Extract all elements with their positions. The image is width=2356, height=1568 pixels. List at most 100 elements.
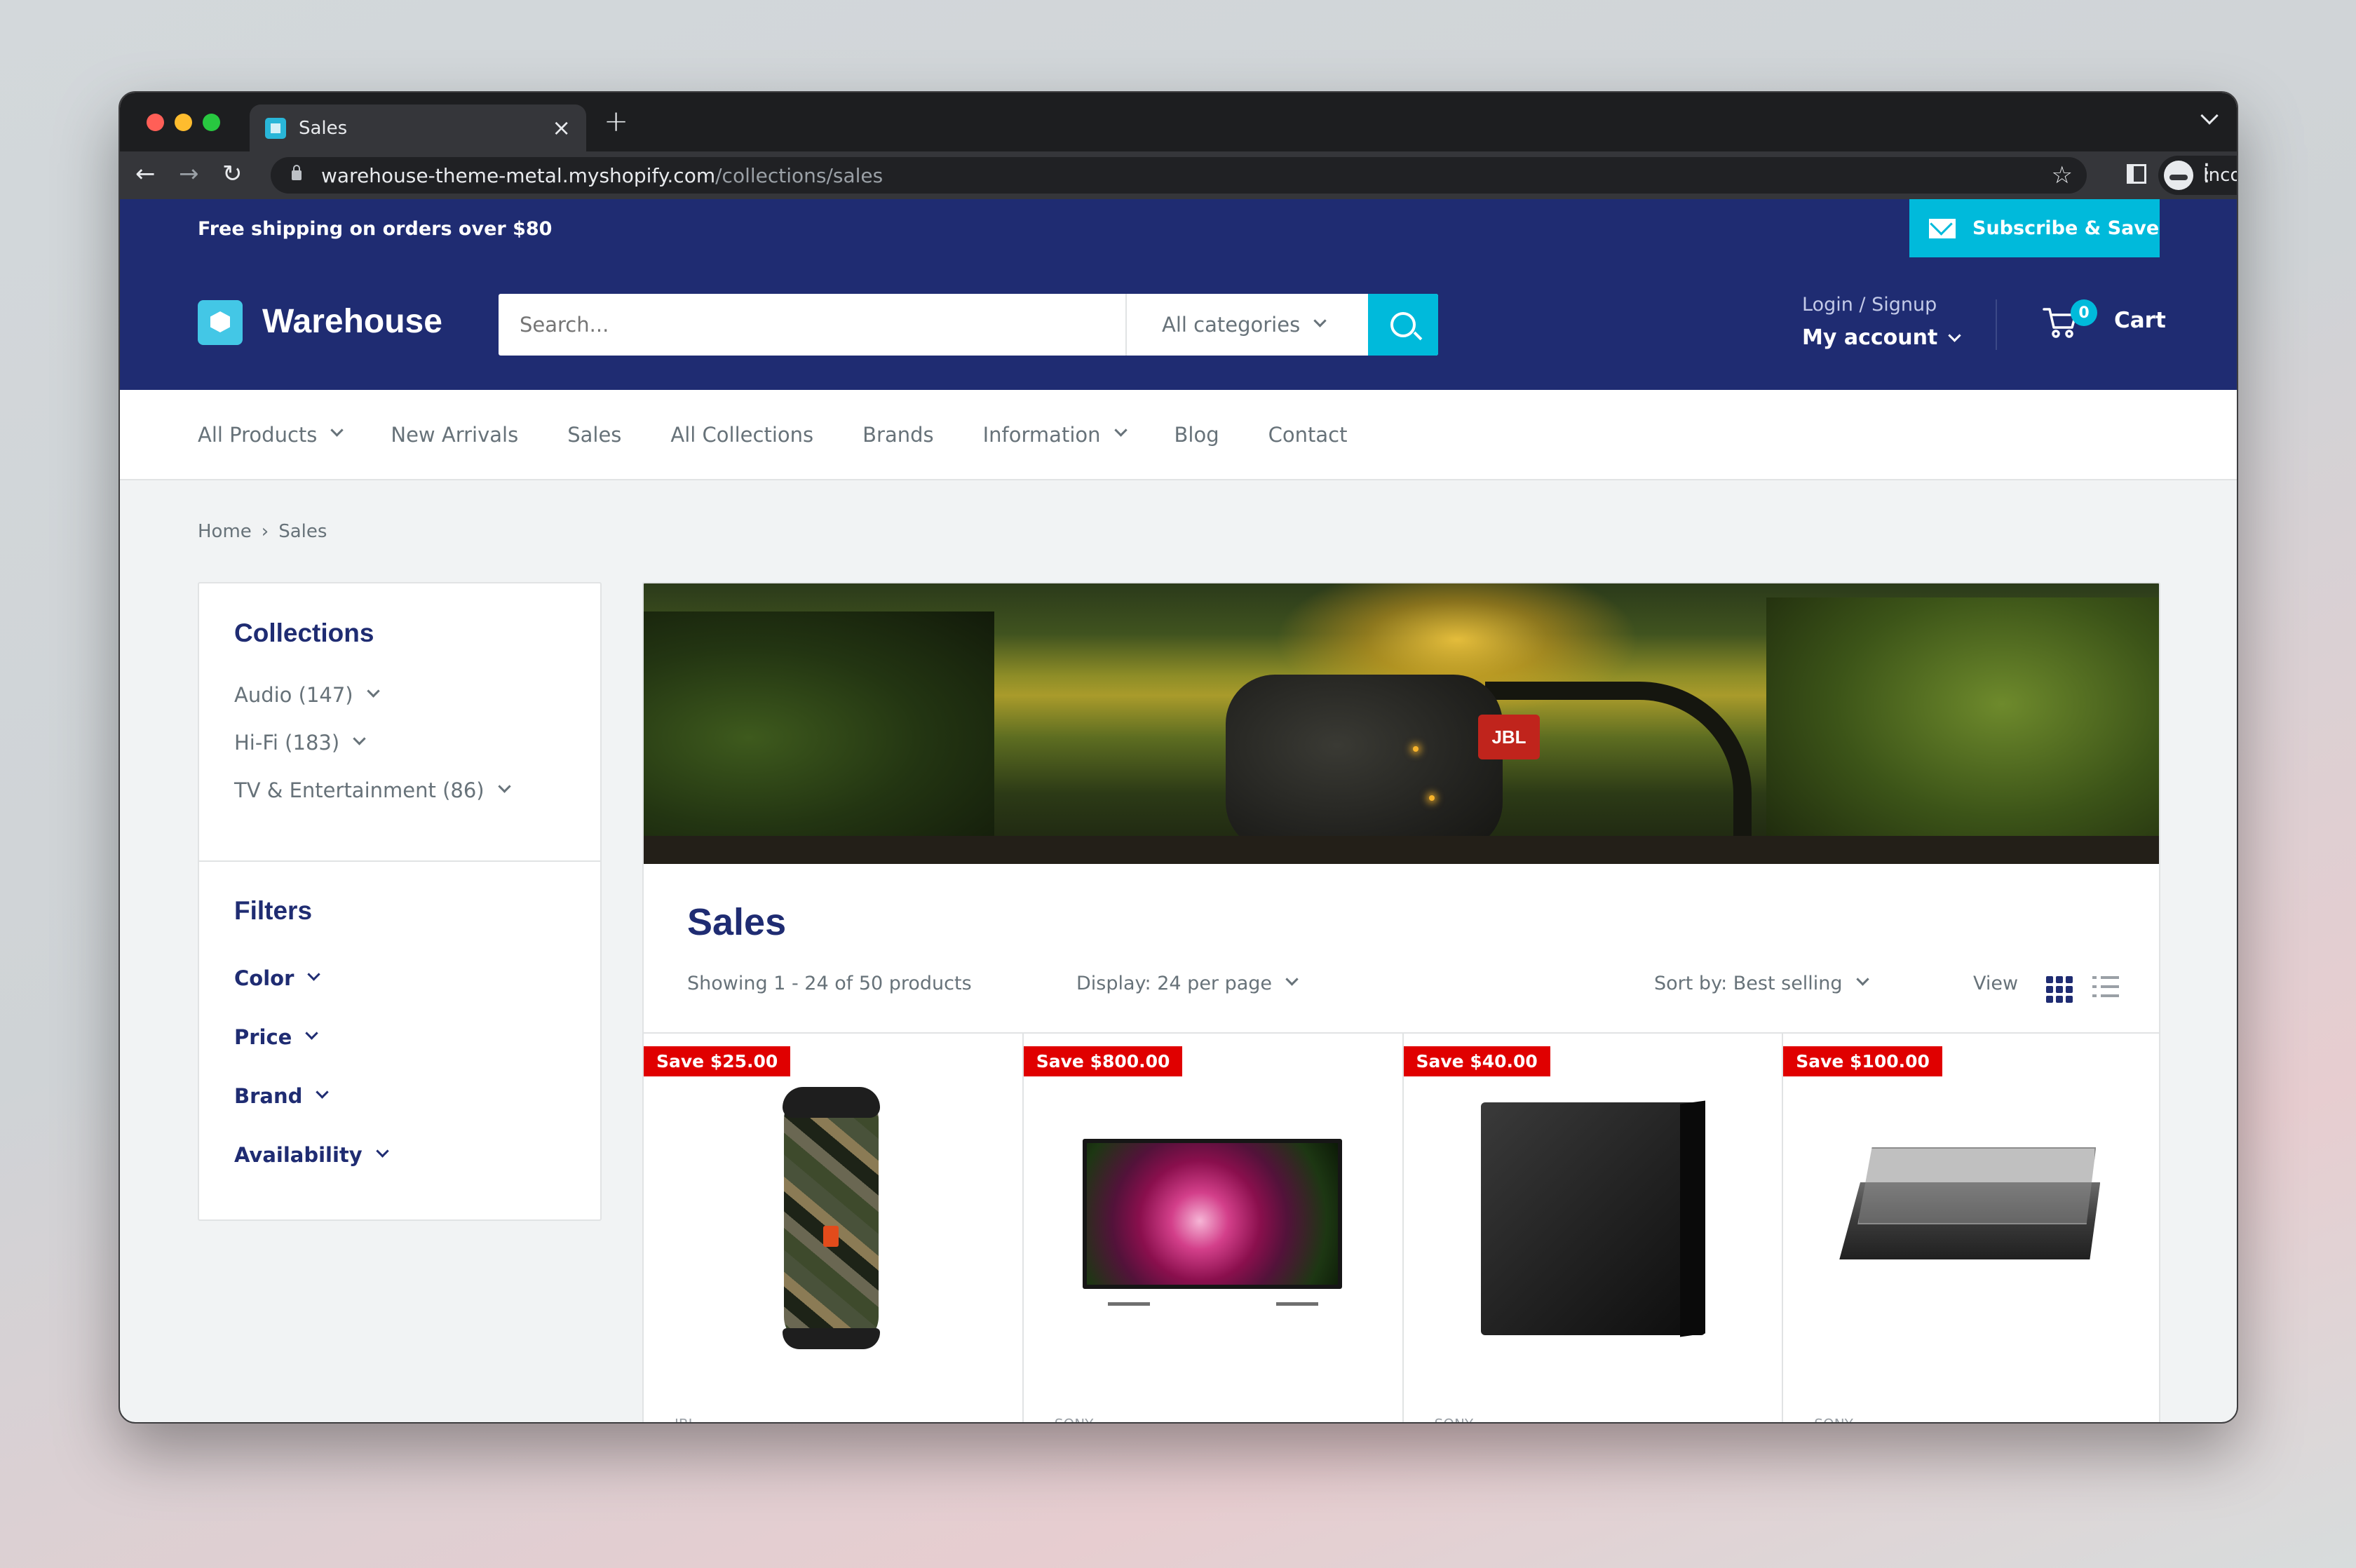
chevron-down-icon xyxy=(330,424,344,437)
sort-select[interactable]: Sort by: Best selling xyxy=(1654,973,1869,994)
nav-brands[interactable]: Brands xyxy=(862,423,934,447)
product-card[interactable]: Save $100.00 SONY xyxy=(1783,1034,2159,1422)
tab-strip: Sales × + xyxy=(120,93,2237,151)
product-card[interactable]: Save $40.00 SONY xyxy=(1403,1034,1784,1422)
store-header: Warehouse All categories Login / Signup … xyxy=(120,259,2237,390)
warehouse-logo-icon[interactable] xyxy=(198,300,243,345)
filter-brand[interactable]: Brand xyxy=(234,1084,330,1108)
nav-new-arrivals[interactable]: New Arrivals xyxy=(391,423,518,447)
speaker-logo-mark xyxy=(823,1226,839,1247)
cart-link[interactable]: 0 Cart xyxy=(2043,299,2190,350)
banner-brand-logo: JBL xyxy=(1478,715,1540,759)
product-image-television[interactable] xyxy=(1082,1139,1342,1289)
bookmark-star-icon[interactable]: ☆ xyxy=(2052,161,2073,189)
minimize-window-button[interactable] xyxy=(175,114,192,131)
tab-search-chevron-icon[interactable] xyxy=(2200,107,2219,125)
side-panel-icon[interactable] xyxy=(2127,164,2146,184)
subscribe-label: Subscribe & Save xyxy=(1972,217,2160,239)
product-card[interactable]: Save $25.00 JBL xyxy=(644,1034,1024,1422)
filter-price[interactable]: Price xyxy=(234,1025,319,1049)
reload-icon[interactable]: ↻ xyxy=(222,160,243,188)
filter-color[interactable]: Color xyxy=(234,966,321,990)
product-card[interactable]: Save $800.00 SONY xyxy=(1023,1034,1404,1422)
tv-stand-leg xyxy=(1107,1289,1150,1306)
my-account-menu[interactable]: My account xyxy=(1802,325,1962,350)
banner-foliage-left xyxy=(644,611,994,864)
address-bar[interactable]: warehouse-theme-metal.myshopify.com/coll… xyxy=(271,157,2087,194)
collections-heading: Collections xyxy=(234,619,374,647)
display-per-page-select[interactable]: Display: 24 per page xyxy=(1076,973,1299,994)
search-input[interactable] xyxy=(499,294,1125,356)
collection-label: Hi-Fi (183) xyxy=(234,731,340,755)
url-path: /collections/sales xyxy=(715,163,883,187)
nav-sales[interactable]: Sales xyxy=(567,423,621,447)
sale-badge: Save $25.00 xyxy=(644,1046,791,1076)
tab-close-icon[interactable]: × xyxy=(552,114,571,141)
product-vendor: SONY xyxy=(1814,1416,1853,1422)
product-count: Showing 1 - 24 of 50 products xyxy=(687,973,972,994)
banner-light-dot xyxy=(1413,746,1419,752)
product-vendor: SONY xyxy=(1435,1416,1474,1422)
browser-window: Sales × + ← → ↻ warehouse-theme-metal.my… xyxy=(119,91,2238,1424)
breadcrumb-home[interactable]: Home xyxy=(198,521,252,542)
close-window-button[interactable] xyxy=(147,114,164,131)
filter-label: Color xyxy=(234,966,294,990)
account-link[interactable]: Login / Signup My account xyxy=(1802,294,1962,350)
nav-information[interactable]: Information xyxy=(983,423,1128,447)
back-arrow-icon[interactable]: ← xyxy=(135,160,156,188)
collection-audio[interactable]: Audio (147) xyxy=(234,683,380,707)
breadcrumb-current: Sales xyxy=(278,521,327,542)
banner-speaker-strap xyxy=(1485,682,1752,843)
maximize-window-button[interactable] xyxy=(203,114,220,131)
breadcrumb-separator-icon: › xyxy=(261,521,269,542)
new-tab-button[interactable]: + xyxy=(604,104,628,138)
collection-hifi[interactable]: Hi-Fi (183) xyxy=(234,731,366,755)
grid-view-icon[interactable] xyxy=(2046,976,2073,1003)
collection-label: Audio (147) xyxy=(234,683,353,707)
header-divider xyxy=(1996,299,1997,350)
nav-contact[interactable]: Contact xyxy=(1268,423,1348,447)
breadcrumb: Home › Sales xyxy=(198,521,327,542)
chevron-down-icon[interactable] xyxy=(366,684,380,698)
product-image-portable-speaker[interactable] xyxy=(783,1087,880,1349)
subscribe-button[interactable]: Subscribe & Save xyxy=(1909,199,2160,257)
chevron-down-icon xyxy=(1313,313,1327,327)
display-per-page-label: Display: 24 per page xyxy=(1076,973,1273,994)
collection-banner-image: JBL xyxy=(644,583,2159,864)
browser-tab[interactable]: Sales × xyxy=(250,104,586,151)
browser-menu-icon[interactable]: ⋮ xyxy=(2195,158,2219,187)
list-view-icon[interactable] xyxy=(2092,976,2119,1003)
chevron-down-icon xyxy=(305,1026,319,1040)
banner-speaker xyxy=(1226,675,1503,851)
search-icon xyxy=(1390,312,1416,337)
browser-toolbar: ← → ↻ warehouse-theme-metal.myshopify.co… xyxy=(120,151,2237,199)
forward-arrow-icon[interactable]: → xyxy=(179,160,199,188)
product-image-subwoofer[interactable] xyxy=(1480,1102,1705,1335)
product-vendor: JBL xyxy=(675,1416,696,1422)
category-select[interactable]: All categories xyxy=(1125,294,1368,356)
chevron-down-icon[interactable] xyxy=(497,779,511,793)
search-button[interactable] xyxy=(1368,294,1438,356)
product-grid: Save $25.00 JBL Save $800.00 SONY Save $… xyxy=(644,1032,2159,1422)
nav-label: New Arrivals xyxy=(391,422,519,447)
product-vendor: SONY xyxy=(1055,1416,1094,1422)
chevron-down-icon[interactable] xyxy=(353,731,366,745)
chevron-down-icon xyxy=(316,1085,330,1099)
view-label: View xyxy=(1973,973,2019,994)
tv-stand-leg xyxy=(1275,1289,1318,1306)
nav-all-collections[interactable]: All Collections xyxy=(670,423,813,447)
banner-ground xyxy=(644,836,2159,864)
category-select-value: All categories xyxy=(1162,313,1301,337)
filter-availability[interactable]: Availability xyxy=(234,1143,389,1167)
chevron-down-icon xyxy=(1113,424,1128,437)
nav-all-products[interactable]: All Products xyxy=(198,423,344,447)
my-account-label: My account xyxy=(1802,325,1938,350)
product-image-turntable[interactable] xyxy=(1839,1147,2101,1266)
collection-main: JBL Sales Showing 1 - 24 of 50 products … xyxy=(642,582,2160,1422)
announcement-bar: Free shipping on orders over $80 Subscri… xyxy=(120,199,2237,259)
collection-tv-entertainment[interactable]: TV & Entertainment (86) xyxy=(234,778,511,802)
store-logo-text[interactable]: Warehouse xyxy=(262,302,442,341)
lock-icon xyxy=(292,165,302,180)
nav-blog[interactable]: Blog xyxy=(1174,423,1219,447)
nav-label: All Collections xyxy=(670,422,814,447)
